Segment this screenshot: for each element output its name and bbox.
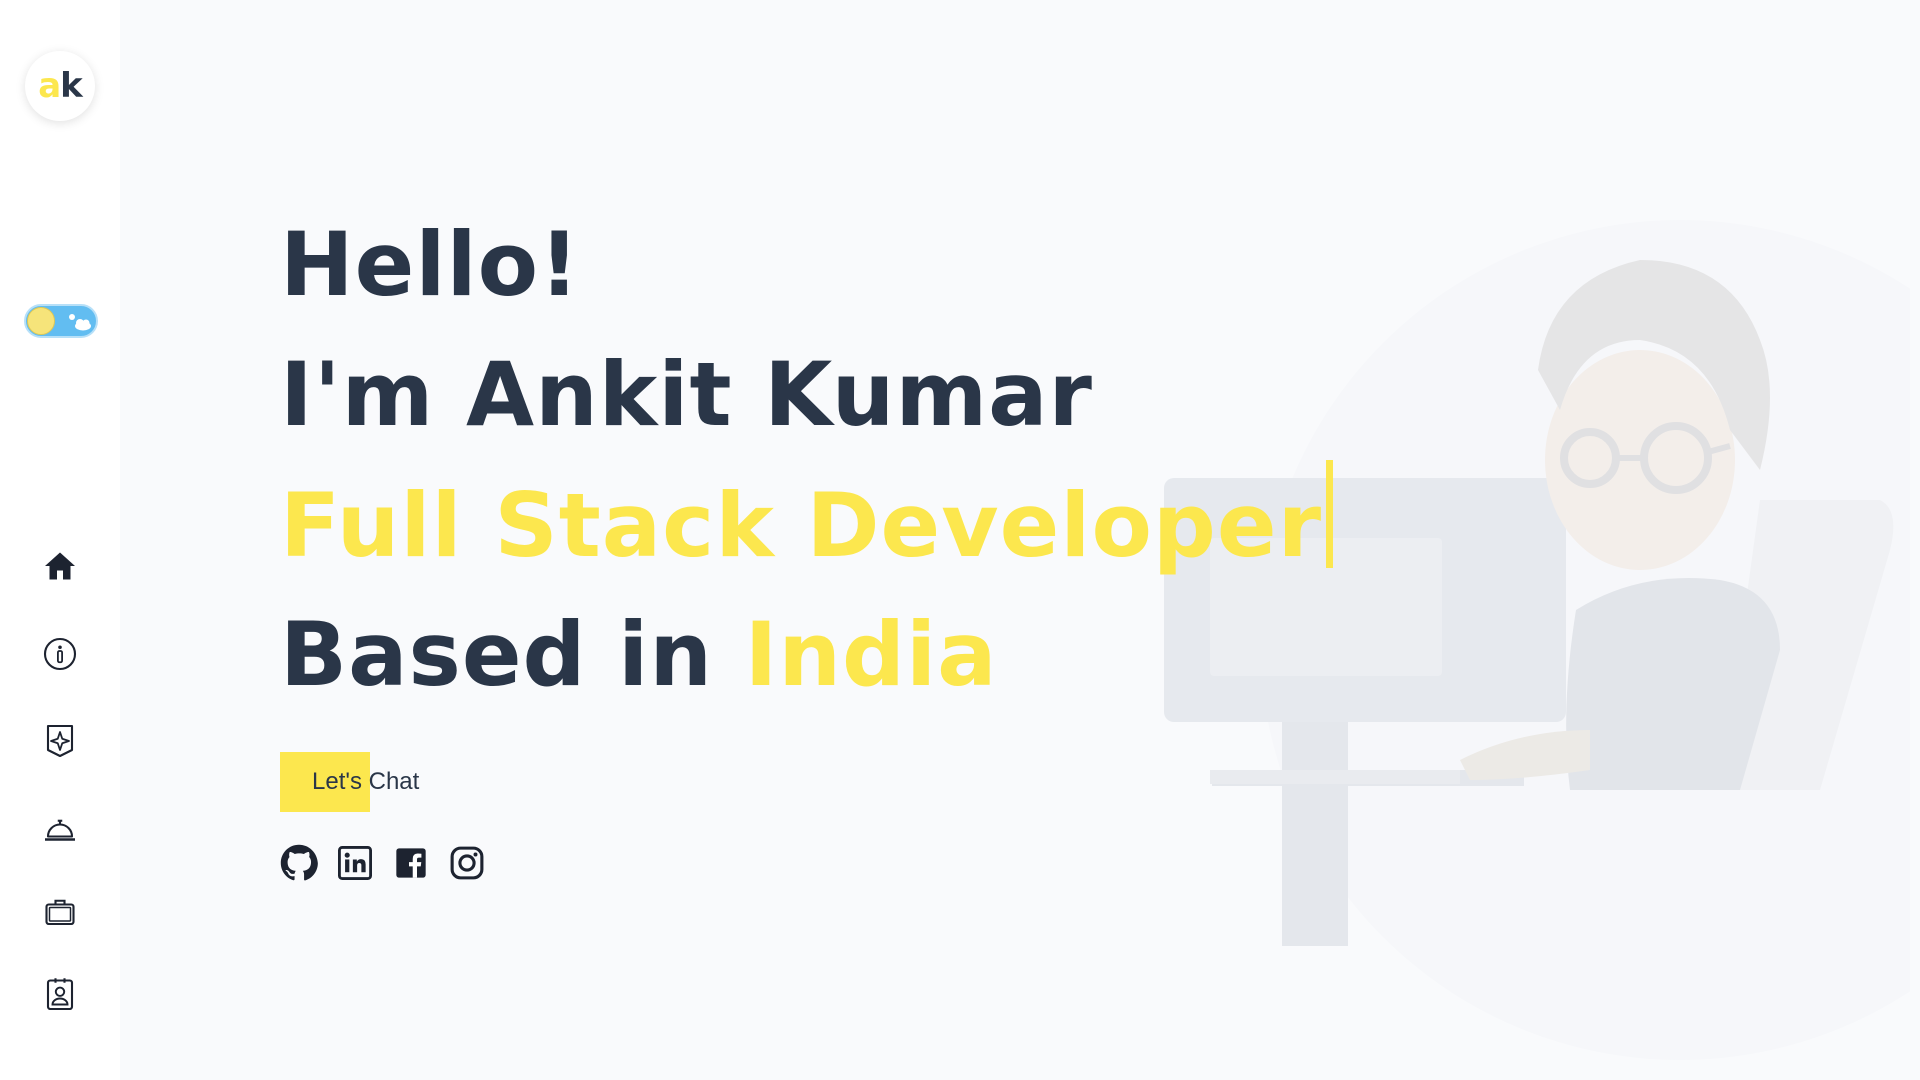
linkedin-icon [338,846,372,880]
hero-role: Full Stack Developer [280,474,1322,577]
instagram-icon [450,846,484,880]
hero-location-line: Based in India [280,590,1333,720]
logo-letter-k: k [60,66,83,106]
sparkle-icon [46,724,74,758]
logo-letter-a: a [38,66,61,106]
instagram-link[interactable] [448,844,486,882]
lets-chat-label: Let's Chat [312,768,420,795]
github-icon [280,844,318,881]
social-links [280,844,486,882]
hero-role-line: Full Stack Developer [280,460,1333,590]
hero-location: India [744,603,998,706]
facebook-link[interactable] [392,844,430,882]
facebook-icon [396,848,426,878]
nav-item-contact[interactable] [40,974,80,1014]
linkedin-link[interactable] [336,844,374,882]
nav-item-portfolio[interactable] [40,892,80,932]
service-bell-icon [45,819,75,841]
info-icon [43,637,77,671]
sidebar: ak [0,0,120,1080]
nav-item-home[interactable] [40,546,80,586]
hero: Hello! I'm Ankit Kumar Full Stack Develo… [280,200,1333,720]
hero-intro: I'm Ankit Kumar [280,343,1093,446]
hero-greeting: Hello! [280,213,581,316]
github-link[interactable] [280,844,318,882]
nav-item-skills[interactable] [40,721,80,761]
sun-icon [27,307,55,335]
contact-card-icon [46,978,74,1011]
typing-cursor [1325,460,1333,568]
theme-toggle[interactable] [24,304,98,338]
lets-chat-button[interactable]: Let's Chat [280,752,419,812]
nav-item-services[interactable] [40,809,80,849]
briefcase-icon [45,899,75,926]
hero-based-prefix: Based in [280,603,745,706]
home-icon [45,552,75,580]
nav-item-about[interactable] [40,634,80,674]
cloud-icon [69,314,91,331]
logo[interactable]: ak [25,51,95,121]
